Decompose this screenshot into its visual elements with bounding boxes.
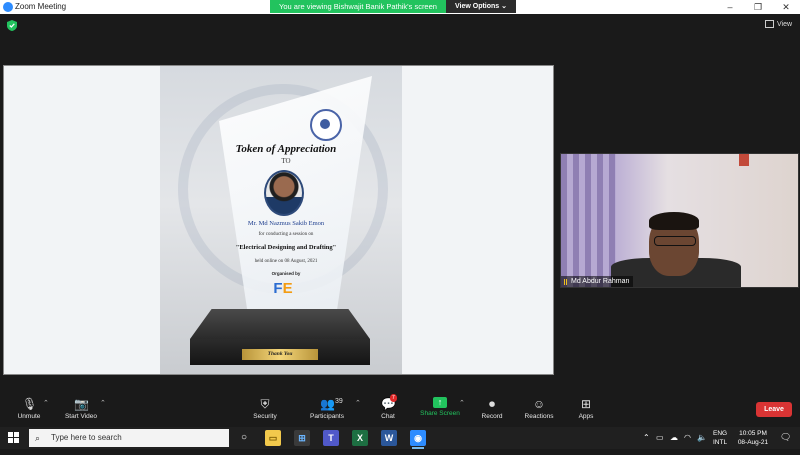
smiley-icon: ☺ — [532, 397, 546, 411]
input-language[interactable]: ENG INTL — [713, 429, 727, 451]
recipient-photo — [264, 170, 304, 216]
taskbar-search-input[interactable]: ⌕ Type here to search — [29, 429, 229, 447]
audio-options-chevron-icon[interactable]: ⌃ — [43, 399, 49, 407]
windows-taskbar: ⌕ Type here to search ○ ▭ ⊞ T X W ◉ ⌃ ▭ … — [0, 427, 800, 449]
window-title: Zoom Meeting — [15, 2, 67, 11]
unmute-button[interactable]: 🎙 Unmute — [0, 394, 58, 426]
excel-icon[interactable]: X — [352, 430, 368, 446]
search-icon: ⌕ — [35, 433, 41, 443]
mic-muted-icon: 🎙 — [22, 397, 38, 411]
task-view-icon[interactable]: ○ — [236, 430, 252, 446]
video-off-icon: 📷 — [74, 397, 89, 411]
participants-button[interactable]: 👥 39 Participants — [298, 394, 356, 426]
view-button[interactable]: View — [765, 19, 795, 31]
session-title: "Electrical Designing and Drafting" — [235, 244, 337, 251]
maximize-button[interactable]: ❐ — [743, 0, 773, 14]
close-button[interactable]: ✕ — [771, 0, 800, 14]
trophy-line-1: for conducting a session on — [258, 232, 314, 237]
shield-icon[interactable] — [7, 20, 17, 31]
organised-by: Organised by — [271, 271, 301, 276]
chat-unread-badge: 7 — [390, 394, 397, 402]
file-explorer-icon[interactable]: ▭ — [265, 430, 281, 446]
recipient-name: Mr. Md Nazmus Sakib Emon — [247, 220, 325, 227]
apps-icon: ⊞ — [580, 397, 592, 411]
microsoft-store-icon[interactable]: ⊞ — [294, 430, 310, 446]
thank-you-plaque: Thank You — [242, 349, 318, 360]
meeting-toolbar: 🎙 Unmute ⌃ 📷 Start Video ⌃ ⛨ Security 👥 … — [0, 394, 800, 426]
windows-start-icon[interactable] — [8, 432, 20, 444]
participants-count: 39 — [335, 398, 343, 405]
record-icon: ⏺ — [488, 397, 495, 411]
held-date: held online on 08 August, 2021 — [254, 259, 318, 264]
trophy-base-top — [190, 309, 370, 339]
video-options-chevron-icon[interactable]: ⌃ — [100, 399, 106, 407]
chat-button[interactable]: 💬 7 Chat — [359, 394, 417, 426]
battery-icon[interactable]: ▭ — [656, 433, 664, 455]
grid-icon — [765, 20, 774, 29]
view-options-button[interactable]: View Options ⌄ — [446, 0, 516, 13]
zoom-icon[interactable]: ◉ — [410, 430, 426, 449]
share-arrow-icon: ↑ — [433, 397, 447, 408]
participant-name: Md Abdur Rahman — [561, 276, 634, 287]
leave-button[interactable]: Leave — [756, 402, 792, 417]
trophy-to: TO — [281, 157, 291, 165]
screen-share-banner: You are viewing Bishwajit Banik Pathik's… — [270, 0, 446, 13]
security-button[interactable]: ⛨ Security — [236, 394, 294, 426]
wall-object — [739, 154, 749, 166]
trophy-image: Token of Appreciation TO Mr. Md Nazmus S… — [160, 66, 402, 374]
curtain — [561, 154, 616, 287]
tray-overflow-chevron-icon[interactable]: ⌃ — [643, 433, 650, 455]
university-seal-icon — [310, 109, 342, 141]
participant-hair — [649, 212, 699, 230]
onedrive-icon[interactable]: ☁ — [670, 433, 678, 455]
minimize-button[interactable]: – — [715, 0, 745, 14]
notifications-icon[interactable]: 🗨 — [780, 433, 791, 455]
view-label: View — [777, 21, 793, 28]
wifi-icon[interactable]: ◠ — [684, 433, 691, 455]
fe-logo: FE — [273, 280, 293, 297]
participant-video[interactable]: Md Abdur Rahman — [560, 153, 799, 288]
zoom-app-icon — [3, 2, 13, 12]
glasses — [654, 236, 696, 246]
system-clock[interactable]: 10:05 PM 08-Aug-21 — [734, 429, 772, 451]
volume-icon[interactable]: 🔈 — [697, 433, 707, 455]
people-icon: 👥 — [320, 397, 335, 411]
shield-icon: ⛨ — [260, 397, 270, 411]
teams-icon[interactable]: T — [323, 430, 339, 446]
apps-button[interactable]: ⊞ Apps — [557, 394, 615, 426]
word-icon[interactable]: W — [381, 430, 397, 446]
trophy-title: Token of Appreciation — [235, 143, 337, 155]
shared-screen: Token of Appreciation TO Mr. Md Nazmus S… — [3, 65, 554, 375]
